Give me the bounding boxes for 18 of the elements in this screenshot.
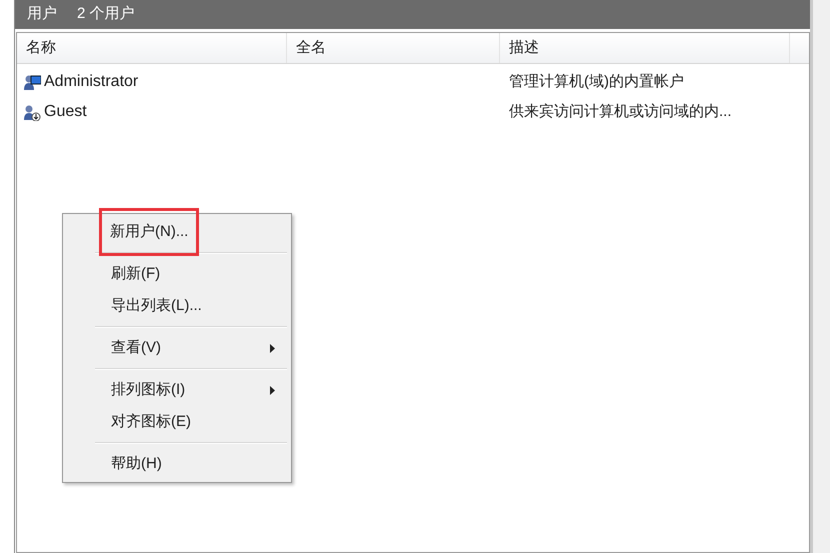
user-name[interactable]: Administrator <box>44 70 138 94</box>
column-header[interactable]: 名称 <box>17 33 287 63</box>
user-description: 供来宾访问计算机或访问域的内... <box>509 102 732 120</box>
menu-item[interactable]: 排列图标(I) <box>110 378 186 402</box>
menu-item[interactable]: 导出列表(L)... <box>110 294 203 318</box>
user-description: 管理计算机(域)的内置帐户 <box>509 72 684 90</box>
menu-item[interactable]: 查看(V) <box>110 336 162 360</box>
header-title: 用户 <box>27 4 57 24</box>
menu-item[interactable]: 刷新(F) <box>110 262 162 286</box>
column-header[interactable]: 描述 <box>500 33 790 63</box>
user-count: 2 个用户 <box>77 4 135 24</box>
column-header[interactable]: 全名 <box>287 33 500 63</box>
menu-item[interactable]: 对齐图标(E) <box>110 410 192 434</box>
user-name[interactable]: Guest <box>44 100 87 124</box>
menu-item[interactable]: 帮助(H) <box>110 452 163 476</box>
user-icon <box>23 103 41 121</box>
user-icon <box>23 73 41 91</box>
menu-item[interactable]: 新用户(N)... <box>102 210 196 254</box>
